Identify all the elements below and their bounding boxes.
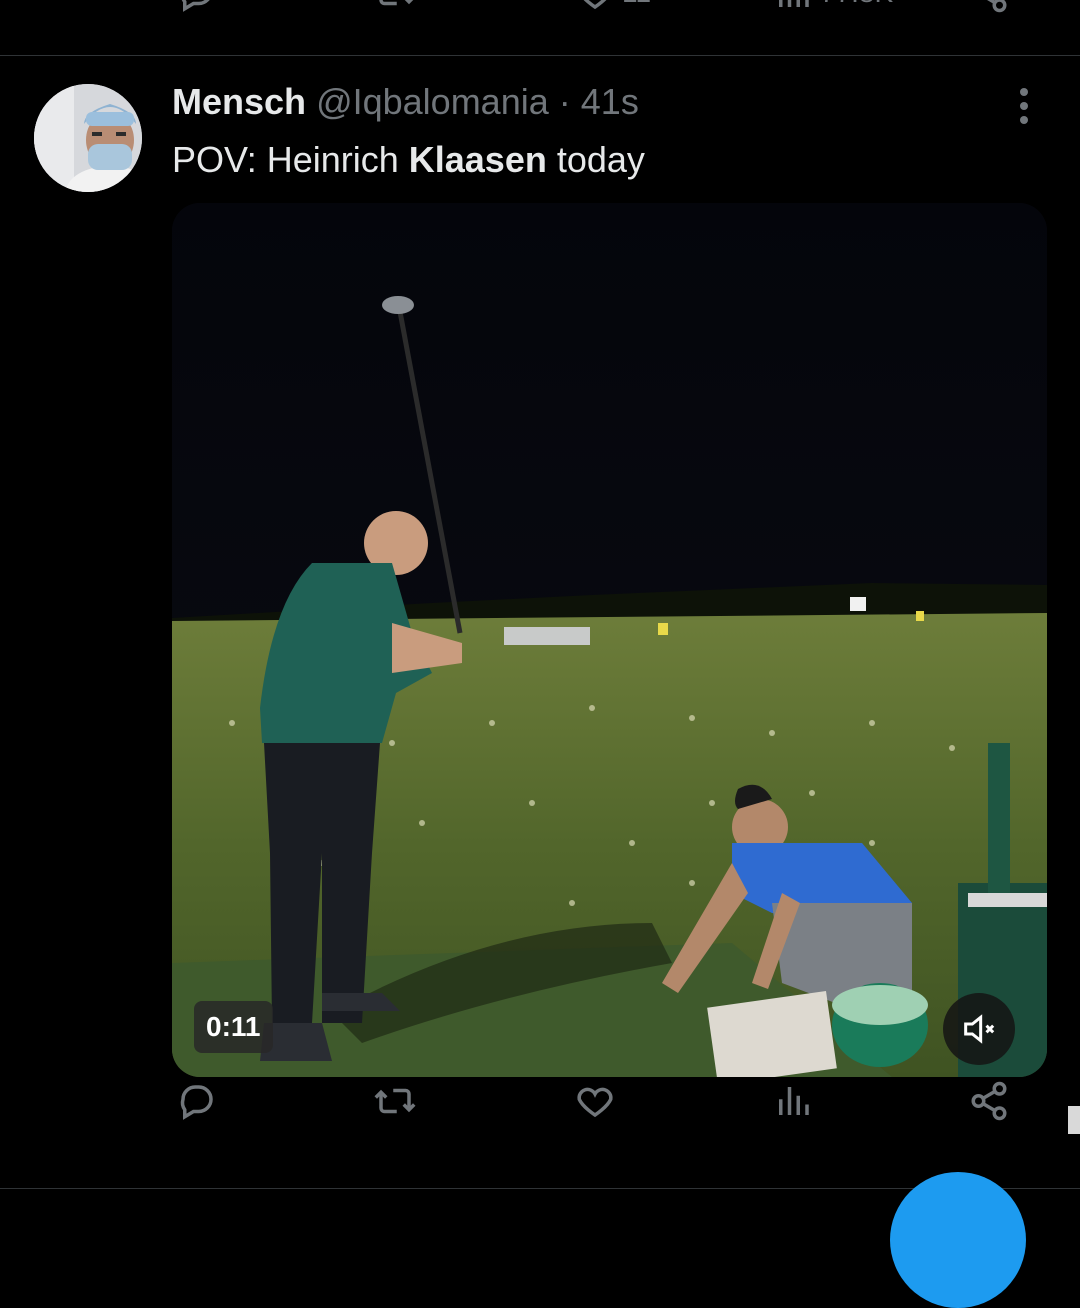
heart-icon [574,1080,616,1122]
reply-button[interactable] [176,1080,218,1122]
previous-tweet-action-bar: 11 77.8K [0,0,1080,32]
more-options-button[interactable] [1004,84,1044,128]
avatar[interactable] [34,84,142,192]
tweet[interactable]: Mensch @Iqbalomania · 41s POV: Heinrich … [0,56,1080,1190]
prev-reply-button[interactable] [176,0,218,14]
heart-icon [574,0,616,14]
display-name[interactable]: Mensch [172,81,306,122]
compose-fab-button[interactable] [890,1172,1026,1308]
avatar-image [34,84,142,192]
tweet-text-highlight: Klaasen [408,139,547,180]
video-frame [172,203,1047,1077]
share-icon [968,1080,1010,1122]
views-button[interactable] [772,1080,814,1122]
tweet-text-part-2: today [546,139,645,180]
tweet-text: POV: Heinrich Klaasen today [172,138,645,182]
retweet-button[interactable] [374,1080,416,1122]
prev-share-button[interactable] [968,0,1010,14]
mute-toggle-button[interactable] [943,993,1015,1065]
volume-muted-icon [959,1009,999,1049]
like-button[interactable] [574,1080,616,1122]
scrollbar-thumb[interactable] [1068,1106,1080,1134]
prev-view-count: 77.8K [820,0,893,9]
share-button[interactable] [968,1080,1010,1122]
prev-like-button[interactable]: 11 [574,0,651,14]
tweet-timestamp[interactable]: 41s [581,81,639,122]
prev-views-button[interactable]: 77.8K [772,0,893,14]
video-player[interactable]: 0:11 [172,203,1047,1077]
retweet-icon [374,0,416,14]
reply-icon [176,0,218,14]
retweet-icon [374,1080,416,1122]
separator-dot: · [558,81,571,122]
views-icon [772,0,814,14]
video-duration-badge: 0:11 [194,1001,273,1053]
tweet-action-bar [0,1080,1080,1140]
more-icon [1018,86,1030,126]
reply-icon [176,1080,218,1122]
prev-retweet-button[interactable] [374,0,416,14]
prev-like-count: 11 [622,0,651,9]
user-handle[interactable]: @Iqbalomania [316,81,549,122]
tweet-header: Mensch @Iqbalomania · 41s [172,80,639,124]
share-icon [968,0,1010,14]
views-icon [772,1080,814,1122]
tweet-text-part-1: POV: Heinrich [172,139,409,180]
